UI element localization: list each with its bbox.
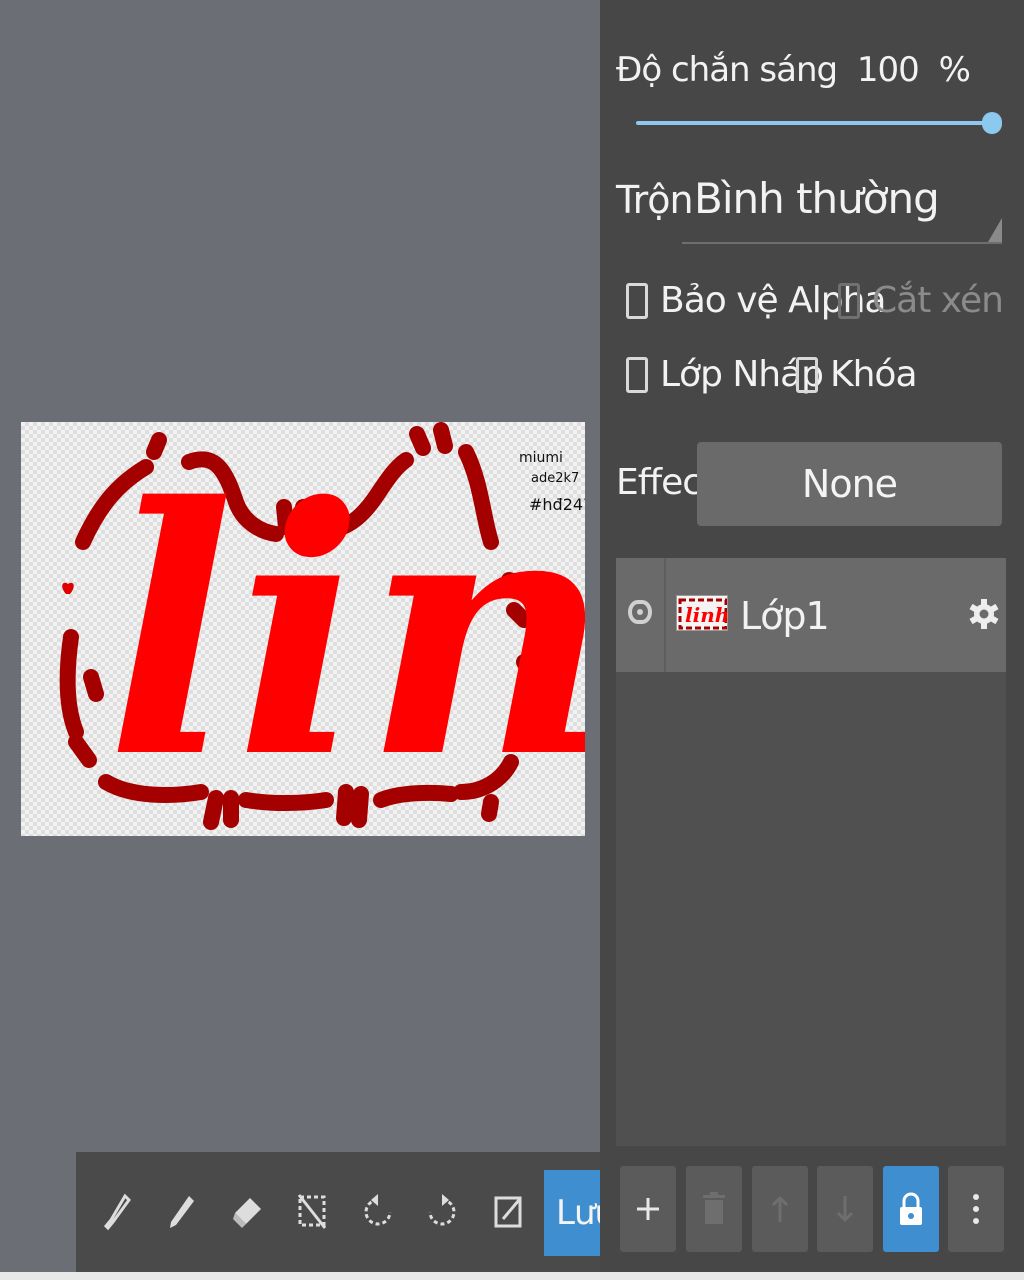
eyedropper-icon[interactable] <box>96 1182 140 1242</box>
signature-line-1: miumi <box>519 450 563 466</box>
pencil-icon[interactable] <box>160 1182 204 1242</box>
artwork-text: linh <box>106 434 585 833</box>
draft-layer-checkbox[interactable]: Lớp Nháp <box>626 354 824 395</box>
lock-checkbox[interactable]: Khóa <box>796 354 918 395</box>
delete-layer-icon[interactable] <box>686 1166 742 1252</box>
lock-icon[interactable] <box>883 1166 939 1252</box>
clipping-label: Cắt xén <box>872 280 1004 321</box>
heart-icon <box>62 582 74 594</box>
deselect-icon[interactable] <box>290 1182 334 1242</box>
export-icon[interactable] <box>486 1182 530 1242</box>
rotate-left-icon[interactable] <box>356 1182 400 1242</box>
blend-mode-select[interactable]: Bình thường <box>682 168 1002 244</box>
eraser-icon[interactable] <box>226 1182 270 1242</box>
opacity-slider-thumb[interactable] <box>982 112 1002 134</box>
clipping-checkbox[interactable]: Cắt xén <box>838 280 1004 321</box>
opacity-slider-track[interactable] <box>636 121 992 125</box>
gear-icon[interactable] <box>968 594 1000 634</box>
move-down-icon[interactable] <box>817 1166 873 1252</box>
artwork[interactable]: linh miumi ade2k7 #hđ247 <box>21 422 585 836</box>
canvas-toolbar: Lưu <box>76 1152 600 1272</box>
checkbox-icon[interactable] <box>796 356 818 393</box>
divider <box>664 558 666 672</box>
checkbox-icon[interactable] <box>626 282 648 319</box>
add-layer-icon[interactable] <box>620 1166 676 1252</box>
signature-line-3: #hđ247 <box>529 495 585 514</box>
more-icon[interactable] <box>948 1166 1004 1252</box>
opacity-label: Độ chắn sáng 100 % <box>616 50 971 90</box>
opacity-slider[interactable] <box>636 112 1002 134</box>
signature-line-2: ade2k7 <box>531 471 579 486</box>
blend-mode-value[interactable]: Bình thường <box>694 174 940 223</box>
artwork-drawing: linh miumi ade2k7 #hđ247 <box>59 422 585 833</box>
layer-toolbar <box>620 1166 1004 1252</box>
rotate-right-icon[interactable] <box>420 1182 464 1242</box>
visibility-eye-icon[interactable] <box>628 600 652 624</box>
opacity-value: 100 <box>856 50 920 90</box>
move-up-icon[interactable] <box>752 1166 808 1252</box>
checkbox-icon[interactable] <box>838 282 860 319</box>
layer-row[interactable]: linh Lớp1 <box>616 558 1006 672</box>
layer-thumbnail: linh <box>676 595 728 631</box>
layer-name: Lớp1 <box>740 594 830 638</box>
svg-text:linh: linh <box>685 603 728 627</box>
save-button[interactable]: Lưu <box>544 1170 600 1256</box>
opacity-unit: % <box>938 50 971 90</box>
drawing-canvas-area[interactable]: linh miumi ade2k7 #hđ247 L <box>0 0 600 1280</box>
layer-properties-panel: Độ chắn sáng 100 % Trộn Bình thường Bảo … <box>600 0 1024 1280</box>
dropdown-arrow-icon <box>988 218 1002 242</box>
layer-list: linh Lớp1 <box>616 558 1006 1146</box>
effect-button[interactable]: None <box>697 442 1002 526</box>
system-strip <box>0 1272 1024 1280</box>
lock-label: Khóa <box>830 354 918 395</box>
opacity-label-text: Độ chắn sáng <box>616 50 838 90</box>
checkbox-icon[interactable] <box>626 356 648 393</box>
